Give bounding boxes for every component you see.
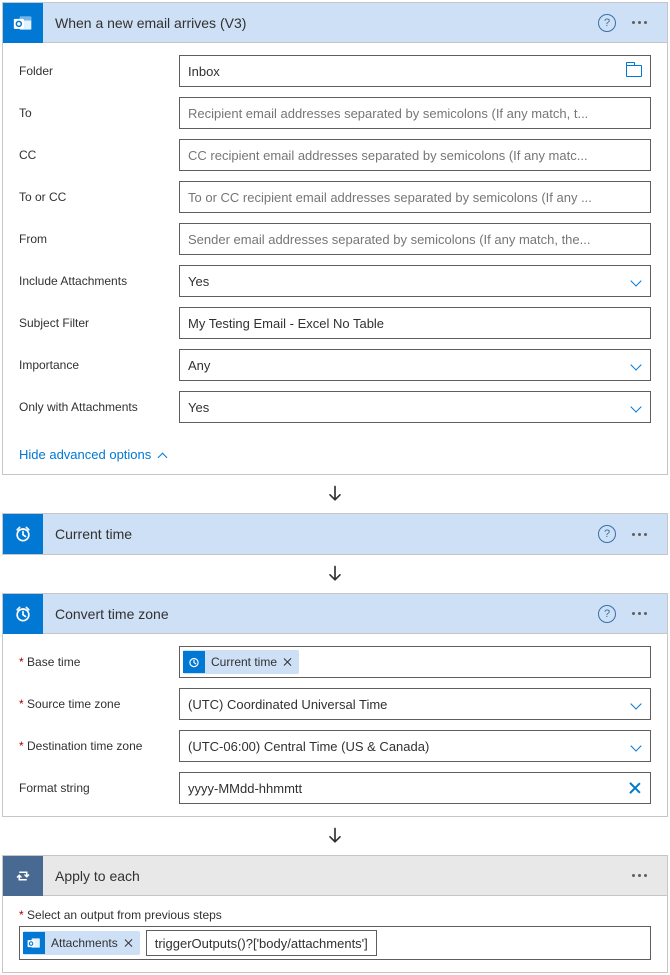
include-attachments-label: Include Attachments [19,274,179,288]
trigger-card-email-arrives: When a new email arrives (V3) ? Folder I… [2,2,668,475]
action-card-apply-to-each: Apply to each * Select an output from pr… [2,855,668,973]
chevron-down-icon [630,740,642,752]
to-input[interactable]: Recipient email addresses separated by s… [179,97,651,129]
only-with-attachments-label: Only with Attachments [19,400,179,414]
help-icon[interactable]: ? [598,605,616,623]
base-time-label: * Base time [19,655,179,669]
more-icon[interactable] [628,870,651,881]
chevron-down-icon [630,698,642,710]
base-time-input[interactable]: Current time [179,646,651,678]
folder-label: Folder [19,64,179,78]
format-input[interactable]: yyyy-MMdd-hhmmtt [179,772,651,804]
folder-picker-icon[interactable] [626,65,642,77]
card-header[interactable]: Current time ? [3,514,667,554]
only-with-attachments-select[interactable]: Yes [179,391,651,423]
card-body: Folder Inbox To Recipient email addresse… [3,43,667,474]
card-title: Apply to each [43,868,628,884]
help-icon[interactable]: ? [598,525,616,543]
token-attachments[interactable]: Attachments [23,931,140,955]
card-title: Convert time zone [43,606,598,622]
card-header[interactable]: Apply to each [3,856,667,896]
dest-tz-select[interactable]: (UTC-06:00) Central Time (US & Canada) [179,730,651,762]
folder-input[interactable]: Inbox [179,55,651,87]
chevron-down-icon [630,275,642,287]
more-icon[interactable] [628,608,651,619]
card-title: Current time [43,526,598,542]
clock-icon [3,594,43,634]
chevron-up-icon [157,449,169,461]
outlook-icon [23,932,45,954]
loop-icon [3,856,43,896]
from-input[interactable]: Sender email addresses separated by semi… [179,223,651,255]
flow-arrow-icon [2,821,668,851]
clear-icon[interactable] [628,781,642,795]
card-body: * Select an output from previous steps A… [3,896,667,972]
source-tz-label: * Source time zone [19,697,179,711]
cc-label: CC [19,148,179,162]
dest-tz-label: * Destination time zone [19,739,179,753]
token-remove-icon[interactable] [124,938,134,948]
card-body: * Base time Current time * Source time z… [3,634,667,816]
subject-filter-label: Subject Filter [19,316,179,330]
expression-box[interactable]: triggerOutputs()?['body/attachments'] [146,930,377,956]
more-icon[interactable] [628,17,651,28]
subject-filter-input[interactable]: My Testing Email - Excel No Table [179,307,651,339]
action-card-current-time: Current time ? [2,513,668,555]
help-icon[interactable]: ? [598,14,616,32]
card-header[interactable]: When a new email arrives (V3) ? [3,3,667,43]
cc-input[interactable]: CC recipient email addresses separated b… [179,139,651,171]
importance-label: Importance [19,358,179,372]
hide-advanced-options-link[interactable]: Hide advanced options [19,447,169,462]
card-title: When a new email arrives (V3) [43,15,598,31]
chevron-down-icon [630,359,642,371]
clock-icon [3,514,43,554]
select-output-input[interactable]: Attachments triggerOutputs()?['body/atta… [19,926,651,960]
card-header[interactable]: Convert time zone ? [3,594,667,634]
flow-arrow-icon [2,559,668,589]
include-attachments-select[interactable]: Yes [179,265,651,297]
format-label: Format string [19,781,179,795]
from-label: From [19,232,179,246]
clock-icon [183,651,205,673]
more-icon[interactable] [628,529,651,540]
to-label: To [19,106,179,120]
token-current-time[interactable]: Current time [183,650,299,674]
token-remove-icon[interactable] [283,657,293,667]
action-card-convert-time-zone: Convert time zone ? * Base time Current … [2,593,668,817]
select-output-label: * Select an output from previous steps [19,908,651,922]
outlook-icon [3,3,43,43]
chevron-down-icon [630,401,642,413]
importance-select[interactable]: Any [179,349,651,381]
to-or-cc-input[interactable]: To or CC recipient email addresses separ… [179,181,651,213]
flow-arrow-icon [2,479,668,509]
source-tz-select[interactable]: (UTC) Coordinated Universal Time [179,688,651,720]
to-or-cc-label: To or CC [19,190,179,204]
